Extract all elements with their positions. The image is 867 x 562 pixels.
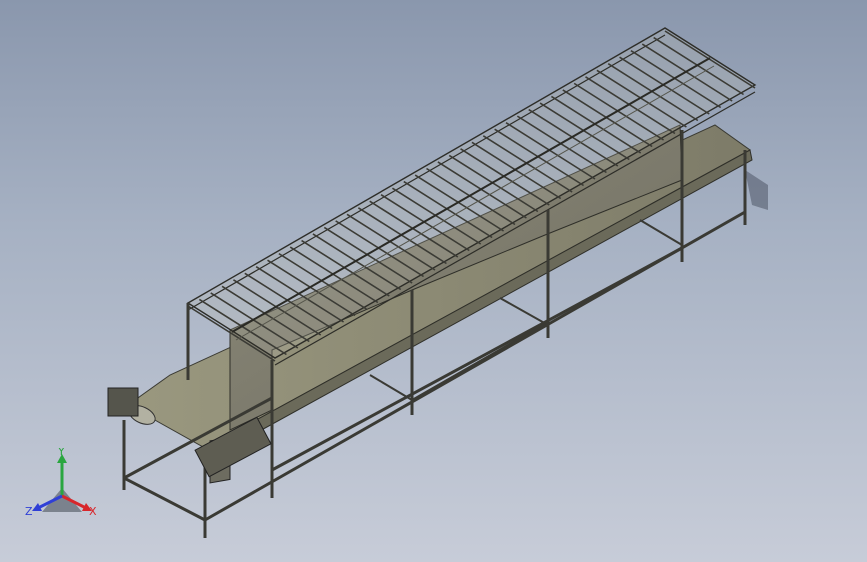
floor-shadow [745,170,768,210]
y-axis-label: Y [57,448,65,458]
drive-motor [107,387,139,417]
x-axis-label: X [89,505,97,518]
axis-triad: Y X Z [25,448,97,518]
z-axis-label: Z [25,505,33,518]
conveyor-assembly-model[interactable] [0,0,867,562]
cad-viewport[interactable]: Y X Z [0,0,867,562]
